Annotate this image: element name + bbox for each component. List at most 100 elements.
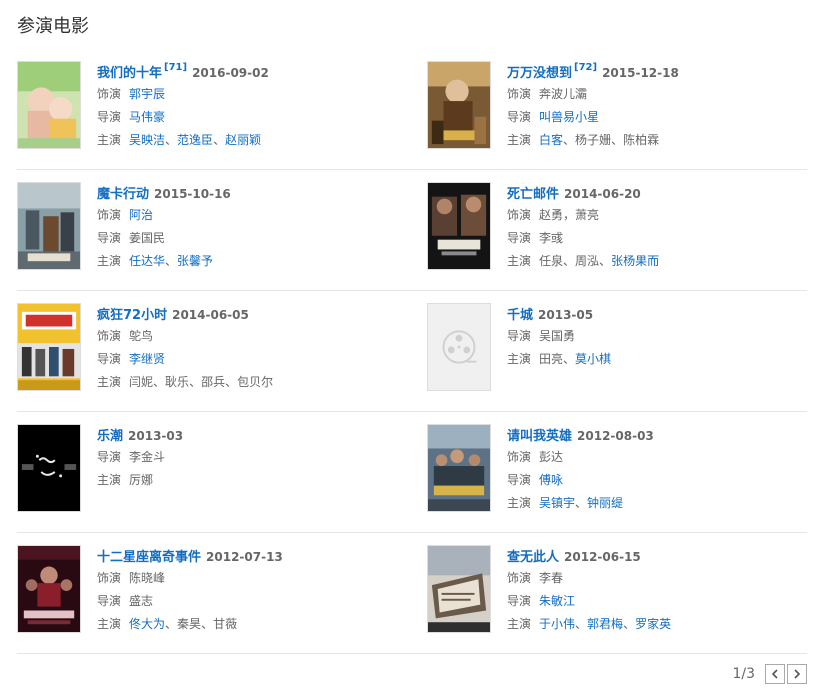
credit-text: 李金斗	[129, 450, 166, 464]
movie-title-link[interactable]: 十二星座离奇事件	[97, 550, 201, 565]
movie-title-link[interactable]: 请叫我英雄	[507, 429, 572, 444]
credit-line: 饰演 李春	[507, 567, 807, 590]
credit-line: 导演 李金斗	[97, 446, 397, 469]
credit-line: 导演 盛志	[97, 590, 397, 613]
credit-label: 导演	[97, 594, 122, 608]
person-link[interactable]: 赵丽颖	[225, 133, 261, 147]
movie-title-line: 疯狂72小时 2014-06-05	[97, 303, 397, 325]
movie-poster[interactable]	[17, 182, 81, 270]
poster-image	[428, 62, 490, 148]
person-link[interactable]: 莫小棋	[575, 352, 611, 366]
credit-line: 主演 厉娜	[97, 469, 397, 492]
person-link[interactable]: 任达华	[129, 254, 165, 268]
movie-info: 查无此人 2012-06-15 饰演 李春 导演 朱敏江 主演 于小伟、郭君梅、罗家英	[507, 545, 807, 636]
movie-poster[interactable]	[427, 61, 491, 149]
movie-poster[interactable]	[427, 182, 491, 270]
person-link[interactable]: 李继贤	[129, 352, 165, 366]
credit-text: 李彧	[539, 231, 564, 245]
movie-title-line: 万万没想到 [72] 2015-12-18	[507, 61, 807, 83]
credit-line: 导演 姜国民	[97, 227, 397, 250]
credit-label: 主演	[97, 133, 122, 147]
movie-poster[interactable]	[17, 61, 81, 149]
release-date: 2016-09-02	[192, 66, 269, 80]
movie-title-link[interactable]: 死亡邮件	[507, 187, 559, 202]
credit-line: 饰演 奔波儿灞	[507, 83, 807, 106]
movie-item: 查无此人 2012-06-15 饰演 李春 导演 朱敏江 主演 于小伟、郭君梅、罗家英	[427, 545, 807, 641]
movie-poster[interactable]	[427, 545, 491, 633]
person-link[interactable]: 马伟豪	[129, 110, 165, 124]
release-date: 2014-06-05	[172, 308, 249, 322]
poster-image	[18, 183, 80, 269]
poster-image	[18, 425, 80, 511]
pagination: 1/3	[732, 662, 807, 686]
credit-text: 、	[153, 375, 166, 389]
credit-label: 饰演	[97, 329, 122, 343]
poster-image	[428, 425, 490, 511]
release-date: 2012-06-15	[564, 550, 641, 564]
credit-label: 饰演	[97, 87, 122, 101]
release-date: 2013-03	[128, 429, 184, 443]
person-link[interactable]: 傅咏	[539, 473, 563, 487]
person-link[interactable]: 阿治	[129, 208, 153, 222]
poster-image	[428, 546, 490, 632]
person-link[interactable]: 吴镇宇	[539, 496, 575, 510]
movie-title-link[interactable]: 疯狂72小时	[97, 308, 167, 323]
movie-title-link[interactable]: 乐潮	[97, 429, 123, 444]
person-link[interactable]: 郭君梅	[587, 617, 623, 631]
credit-text: 陈晓峰	[129, 571, 166, 585]
credit-text: 陈柏霖	[623, 133, 660, 147]
credit-label: 饰演	[97, 208, 122, 222]
credit-line: 导演 马伟豪	[97, 106, 397, 129]
person-link[interactable]: 于小伟	[539, 617, 575, 631]
next-page-button[interactable]	[787, 664, 807, 684]
person-link[interactable]: 钟丽缇	[587, 496, 623, 510]
credit-text: 赵勇，萧亮	[539, 208, 600, 222]
person-link[interactable]: 范逸臣	[177, 133, 213, 147]
movie-row-3: 疯狂72小时 2014-06-05 饰演 鸵鸟 导演 李继贤 主演 闫妮、耿乐、邵兵、包贝尔 …	[17, 291, 807, 412]
movie-title-link[interactable]: 万万没想到	[507, 66, 572, 81]
movie-poster[interactable]	[427, 303, 491, 391]
credit-label: 导演	[507, 594, 532, 608]
citation-link[interactable]: [72]	[574, 62, 597, 73]
credit-line: 饰演 鸵鸟	[97, 325, 397, 348]
movie-title-link[interactable]: 我们的十年	[97, 66, 162, 81]
credit-line: 导演 叫兽易小星	[507, 106, 807, 129]
person-link[interactable]: 白客	[539, 133, 563, 147]
credit-line: 导演 李继贤	[97, 348, 397, 371]
movie-item: 死亡邮件 2014-06-20 饰演 赵勇，萧亮 导演 李彧 主演 任泉、周泓、张杨果而	[427, 182, 807, 278]
credit-text: 任泉	[539, 254, 564, 268]
person-link[interactable]: 佟大为	[129, 617, 165, 631]
movie-poster[interactable]	[17, 424, 81, 512]
movie-title-link[interactable]: 千城	[507, 308, 533, 323]
movie-title-link[interactable]: 查无此人	[507, 550, 559, 565]
credit-line: 主演 任泉、周泓、张杨果而	[507, 250, 807, 273]
person-link[interactable]: 叫兽易小星	[539, 110, 599, 124]
person-link[interactable]: 郭宇辰	[129, 87, 165, 101]
person-link[interactable]: 吴映洁	[129, 133, 165, 147]
credit-line: 主演 白客、杨子姗、陈柏霖	[507, 129, 807, 152]
citation-link[interactable]: [71]	[164, 62, 187, 73]
prev-page-button[interactable]	[765, 664, 785, 684]
person-link[interactable]: 张杨果而	[611, 254, 659, 268]
person-link[interactable]: 朱敏江	[539, 594, 575, 608]
release-date: 2013-05	[538, 308, 594, 322]
credit-text: 、	[599, 254, 612, 268]
credit-text: 周泓	[575, 254, 600, 268]
movie-item: 乐潮 2013-03 导演 李金斗 主演 厉娜	[17, 424, 397, 520]
release-date: 2015-12-18	[602, 66, 679, 80]
credit-label: 饰演	[507, 450, 532, 464]
credit-text: 、	[563, 352, 576, 366]
movie-title-link[interactable]: 魔卡行动	[97, 187, 149, 202]
poster-image	[18, 304, 80, 390]
movie-poster[interactable]	[427, 424, 491, 512]
movie-item: 十二星座离奇事件 2012-07-13 饰演 陈晓峰 导演 盛志 主演 佟大为、秦昊、甘薇	[17, 545, 397, 641]
credit-label: 主演	[97, 254, 122, 268]
movie-poster[interactable]	[17, 303, 81, 391]
movie-row-2: 魔卡行动 2015-10-16 饰演 阿治 导演 姜国民 主演 任达华、张馨予 死亡邮件 201…	[17, 170, 807, 291]
credit-line: 饰演 郭宇辰	[97, 83, 397, 106]
credit-line: 导演 吴国勇	[507, 325, 807, 348]
movie-poster[interactable]	[17, 545, 81, 633]
movie-info: 疯狂72小时 2014-06-05 饰演 鸵鸟 导演 李继贤 主演 闫妮、耿乐、邵兵、包贝尔	[97, 303, 397, 394]
person-link[interactable]: 罗家英	[635, 617, 671, 631]
person-link[interactable]: 张馨予	[177, 254, 213, 268]
